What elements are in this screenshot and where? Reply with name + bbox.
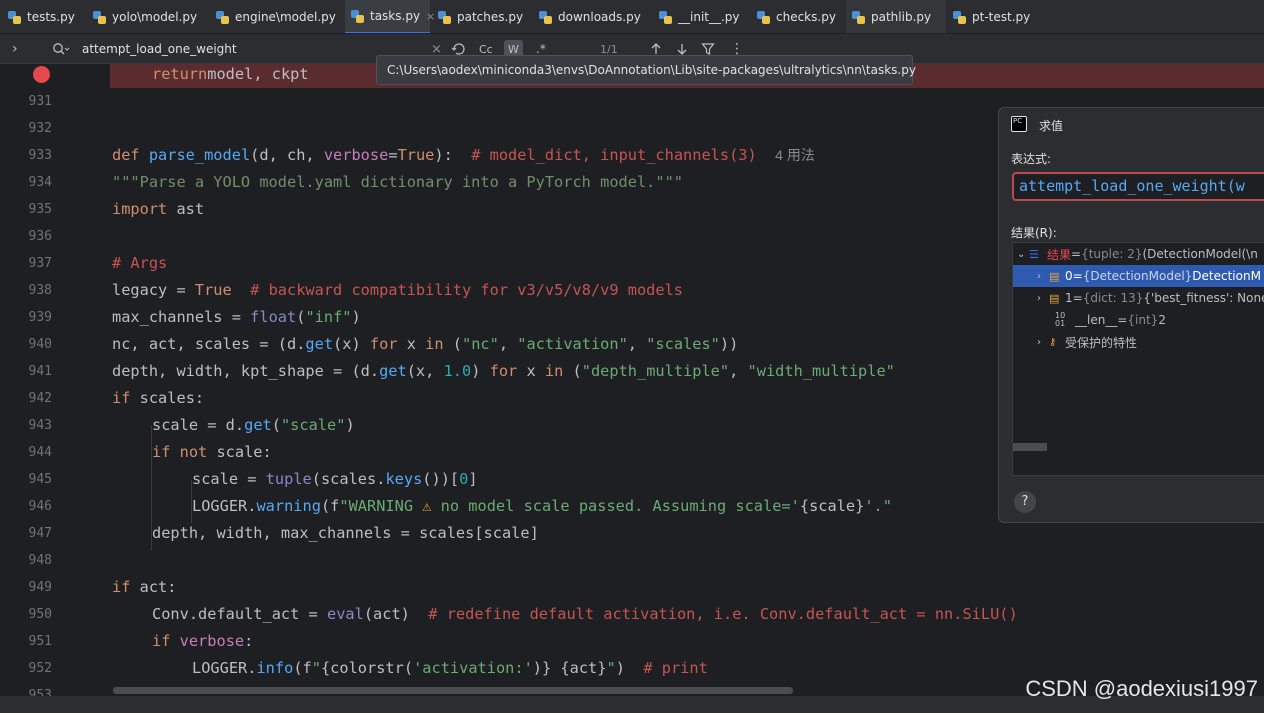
tab-patches[interactable]: patches.py xyxy=(438,0,523,33)
line-number: 949 xyxy=(28,580,52,595)
code-line: if verbose: xyxy=(152,632,254,650)
line-number: 939 xyxy=(28,310,52,325)
evaluate-expression-dialog: PC 求值 表达式: attempt_load_one_weight(w 结果(… xyxy=(998,107,1264,523)
code-line: def parse_model(d, ch, verbose=True): # … xyxy=(112,146,815,164)
tab-yolo-model[interactable]: yolo\model.py xyxy=(93,0,197,33)
chevron-right-icon[interactable]: › xyxy=(1037,337,1049,348)
pycharm-logo-icon: PC xyxy=(1011,116,1027,132)
python-file-icon xyxy=(8,10,21,24)
code-line: max_channels = float("inf") xyxy=(112,308,361,326)
tab-tasks[interactable]: tasks.py × xyxy=(345,0,435,33)
search-icon[interactable] xyxy=(52,34,70,64)
help-icon[interactable]: ? xyxy=(1014,491,1036,513)
chevron-right-icon[interactable]: › xyxy=(1037,293,1049,304)
list-icon: ☰ xyxy=(1029,247,1039,261)
expand-replace-icon[interactable]: › xyxy=(12,34,18,64)
python-file-icon xyxy=(93,10,106,24)
code-line: # Args xyxy=(112,254,168,272)
tab-pathlib[interactable]: pathlib.py xyxy=(846,0,946,33)
line-number: 931 xyxy=(28,94,52,109)
python-file-icon xyxy=(539,10,552,24)
code-line: """Parse a YOLO model.yaml dictionary in… xyxy=(112,173,683,191)
code-line: LOGGER.info(f"{colorstr('activation:')} … xyxy=(192,659,708,677)
line-number: 935 xyxy=(28,202,52,217)
tab-tests[interactable]: tests.py xyxy=(8,0,75,33)
code-line: if not scale: xyxy=(152,443,272,461)
python-file-icon xyxy=(216,10,229,24)
file-path-tooltip: C:\Users\aodex\miniconda3\envs\DoAnnotat… xyxy=(376,55,916,85)
line-number-gutter: 931 932 933 934 935 936 937 938 939 940 … xyxy=(0,64,110,696)
line-number: 947 xyxy=(28,526,52,541)
line-number: 937 xyxy=(28,256,52,271)
python-file-icon xyxy=(659,10,672,24)
python-file-icon xyxy=(953,10,966,24)
result-label: 结果(R): xyxy=(1011,226,1057,240)
result-root-row[interactable]: ⌄ ☰ 结果 = {tuple: 2} (DetectionModel(\n xyxy=(1013,243,1264,265)
key-icon: ⚷ xyxy=(1049,336,1057,348)
line-number: 932 xyxy=(28,121,52,136)
result-item-1-row[interactable]: › ▤ 1 = {dict: 13} {'best_fitness': None xyxy=(1013,287,1264,309)
code-line: depth, width, max_channels = scales[scal… xyxy=(152,524,539,542)
line-number: 944 xyxy=(28,445,52,460)
code-line: returnmodel, ckpt xyxy=(152,65,309,83)
result-item-0-row[interactable]: › ▤ 0 = {DetectionModel} DetectionM xyxy=(1013,265,1264,287)
line-number: 933 xyxy=(28,148,52,163)
python-file-icon xyxy=(757,10,770,24)
line-number: 941 xyxy=(28,364,52,379)
line-number: 936 xyxy=(28,229,52,244)
python-file-icon xyxy=(351,9,364,23)
dialog-title: 求值 xyxy=(1039,119,1064,133)
line-number: 945 xyxy=(28,472,52,487)
result-len-row[interactable]: 10 01 __len__ = {int} 2 xyxy=(1013,309,1264,331)
watermark: CSDN @aodexiusi1997 xyxy=(1025,676,1258,701)
result-tree[interactable]: ⌄ ☰ 结果 = {tuple: 2} (DetectionModel(\n ›… xyxy=(1012,242,1264,476)
python-file-icon xyxy=(852,10,865,24)
code-line: import ast xyxy=(112,200,205,218)
line-number: 950 xyxy=(28,607,52,622)
code-line: nc, act, scales = (d.get(x) for x in ("n… xyxy=(112,335,739,353)
tab-pt-test[interactable]: pt-test.py xyxy=(953,0,1030,33)
line-number: 953 xyxy=(28,688,52,696)
protected-attributes-row[interactable]: › ⚷ 受保护的特性 xyxy=(1013,331,1264,353)
tab-downloads[interactable]: downloads.py xyxy=(539,0,641,33)
breakpoint-icon[interactable] xyxy=(33,66,50,83)
code-line: scale = d.get("scale") xyxy=(152,416,355,434)
object-icon: ▤ xyxy=(1049,269,1060,283)
code-line: legacy = True # backward compatibility f… xyxy=(112,281,684,299)
line-number: 943 xyxy=(28,418,52,433)
code-line: if scales: xyxy=(112,389,205,407)
editor-tab-bar: tests.py yolo\model.py engine\model.py t… xyxy=(0,0,1264,34)
code-line: scale = tuple(scales.keys())[0] xyxy=(192,470,478,488)
tab-engine-model[interactable]: engine\model.py xyxy=(216,0,336,33)
horizontal-scrollbar[interactable] xyxy=(113,687,793,694)
code-line: if act: xyxy=(112,578,177,596)
tab-init[interactable]: __init__.py xyxy=(659,0,740,33)
expression-label: 表达式: xyxy=(1011,152,1052,166)
line-number: 938 xyxy=(28,283,52,298)
line-number: 940 xyxy=(28,337,52,352)
line-number: 948 xyxy=(28,553,52,568)
line-number: 934 xyxy=(28,175,52,190)
code-line: LOGGER.warning(f"WARNING ⚠ no model scal… xyxy=(192,497,892,515)
chevron-right-icon[interactable]: › xyxy=(1037,271,1049,282)
line-number: 946 xyxy=(28,499,52,514)
line-number: 951 xyxy=(28,634,52,649)
object-icon: ▤ xyxy=(1049,291,1060,305)
tree-horizontal-scrollbar[interactable] xyxy=(1013,443,1047,451)
tab-checks[interactable]: checks.py xyxy=(757,0,836,33)
chevron-down-icon[interactable]: ⌄ xyxy=(1017,249,1029,260)
expression-input[interactable]: attempt_load_one_weight(w xyxy=(1012,172,1264,201)
int-type-icon: 10 01 xyxy=(1055,311,1066,328)
close-tab-icon[interactable]: × xyxy=(426,10,435,23)
python-file-icon xyxy=(438,10,451,24)
line-number: 942 xyxy=(28,391,52,406)
code-line: depth, width, kpt_shape = (d.get(x, 1.0)… xyxy=(112,362,895,380)
line-number: 952 xyxy=(28,661,52,676)
search-input[interactable]: attempt_load_one_weight xyxy=(82,34,422,64)
code-line: Conv.default_act = eval(act) # redefine … xyxy=(152,605,1018,623)
